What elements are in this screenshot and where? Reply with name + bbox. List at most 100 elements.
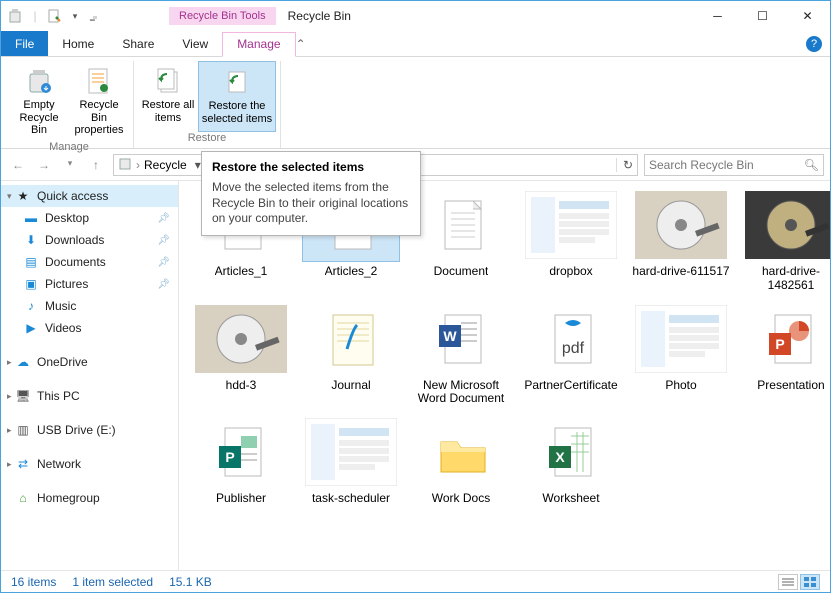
file-name: dropbox xyxy=(549,265,592,279)
file-item[interactable]: hdd-3 xyxy=(189,303,293,407)
file-item[interactable]: Work Docs xyxy=(409,416,513,506)
this-pc-icon: 🖥︎ xyxy=(15,388,31,404)
tab-home[interactable]: Home xyxy=(48,31,108,56)
file-name: hard-drive-1482561 xyxy=(739,265,830,293)
file-thumbnail xyxy=(413,189,509,261)
nav-forward-button[interactable]: → xyxy=(33,158,55,172)
recycle-bin-properties-button[interactable]: Recycle Bin properties xyxy=(69,61,129,141)
tooltip-title: Restore the selected items xyxy=(212,160,410,174)
recycle-bin-properties-label: Recycle Bin properties xyxy=(71,99,127,137)
file-thumbnail xyxy=(633,189,729,261)
file-thumbnail: X xyxy=(523,416,619,488)
file-item[interactable]: W New Microsoft Word Document xyxy=(409,303,513,407)
file-name: New Microsoft Word Document xyxy=(409,379,513,407)
ribbon: Empty Recycle Bin Recycle Bin properties… xyxy=(1,57,830,149)
tab-manage[interactable]: Manage xyxy=(222,32,295,57)
qat-overflow-icon[interactable]: ͇₌ xyxy=(87,8,103,24)
svg-text:X: X xyxy=(555,449,565,465)
downloads-icon: ⬇ xyxy=(23,232,39,248)
ribbon-group-manage: Empty Recycle Bin Recycle Bin properties… xyxy=(5,61,134,148)
sidebar-pictures[interactable]: ▣Pictures📌︎ xyxy=(1,273,178,295)
file-item[interactable]: PPublisher xyxy=(189,416,293,506)
music-icon: ♪ xyxy=(23,298,39,314)
nav-history-dropdown[interactable]: ▾ xyxy=(59,158,81,172)
pin-icon: 📌︎ xyxy=(157,257,170,268)
restore-selected-label: Restore the selected items xyxy=(201,100,273,125)
file-item[interactable]: pdfPartnerCertificate xyxy=(519,303,623,407)
recycle-bin-icon[interactable] xyxy=(7,8,23,24)
sidebar-this-pc[interactable]: ▸🖥︎This PC xyxy=(1,385,178,407)
tab-view[interactable]: View xyxy=(168,31,222,56)
file-item[interactable]: X Worksheet xyxy=(519,416,623,506)
qat-properties-icon[interactable] xyxy=(47,8,63,24)
search-icon[interactable]: 🔍︎ xyxy=(804,158,819,172)
svg-text:P: P xyxy=(775,336,784,352)
file-thumbnail xyxy=(303,303,399,375)
file-thumbnail xyxy=(633,303,729,375)
breadcrumb[interactable]: Recycle xyxy=(144,158,187,172)
tab-file[interactable]: File xyxy=(1,31,48,56)
view-large-icons-button[interactable] xyxy=(800,574,820,590)
sidebar-usb-drive[interactable]: ▸▥USB Drive (E:) xyxy=(1,419,178,441)
file-name: Worksheet xyxy=(542,492,599,506)
sidebar-desktop[interactable]: ▬Desktop📌︎ xyxy=(1,207,178,229)
help-icon[interactable]: ? xyxy=(806,36,822,52)
restore-selected-button[interactable]: Restore the selected items xyxy=(198,61,276,132)
sidebar-music[interactable]: ♪Music xyxy=(1,295,178,317)
sidebar-network[interactable]: ▸⇄Network xyxy=(1,453,178,475)
file-name: PartnerCertificate xyxy=(524,379,617,393)
documents-icon: ▤ xyxy=(23,254,39,270)
file-list[interactable]: WArticles_1WArticles_2Documentdropboxhar… xyxy=(179,181,830,570)
star-icon: ★ xyxy=(15,188,31,204)
group-label-manage: Manage xyxy=(49,141,89,155)
minimize-button[interactable]: ─ xyxy=(695,2,740,30)
empty-recycle-bin-button[interactable]: Empty Recycle Bin xyxy=(9,61,69,141)
pin-icon: 📌︎ xyxy=(157,279,170,290)
file-item[interactable]: task-scheduler xyxy=(299,416,403,506)
tooltip: Restore the selected items Move the sele… xyxy=(201,151,421,236)
file-item[interactable]: hard-drive-1482561 xyxy=(739,189,830,293)
ribbon-collapse-icon[interactable]: ⌃ xyxy=(296,37,306,51)
quick-access-toolbar: | ▾ ͇₌ xyxy=(1,8,109,24)
tab-share[interactable]: Share xyxy=(108,31,168,56)
qat-dropdown-icon[interactable]: ▾ xyxy=(67,8,83,24)
tooltip-body: Move the selected items from the Recycle… xyxy=(212,180,410,227)
file-name: Photo xyxy=(665,379,696,393)
nav-up-button[interactable]: ↑ xyxy=(85,158,107,172)
file-name: task-scheduler xyxy=(312,492,390,506)
file-item[interactable]: PPresentation xyxy=(739,303,830,407)
file-item[interactable]: hard-drive-611517 xyxy=(629,189,733,293)
maximize-button[interactable]: ☐ xyxy=(740,2,785,30)
sidebar-homegroup[interactable]: ⌂Homegroup xyxy=(1,487,178,509)
file-item[interactable]: dropbox xyxy=(519,189,623,293)
file-thumbnail xyxy=(413,416,509,488)
file-thumbnail xyxy=(523,189,619,261)
sidebar-videos[interactable]: ▶Videos xyxy=(1,317,178,339)
search-box[interactable]: Search Recycle Bin 🔍︎ xyxy=(644,154,824,176)
file-item[interactable]: Photo xyxy=(629,303,733,407)
file-name: Publisher xyxy=(216,492,266,506)
file-name: Journal xyxy=(331,379,370,393)
file-name: Articles_1 xyxy=(215,265,268,279)
close-button[interactable]: ✕ xyxy=(785,2,830,30)
pin-icon: 📌︎ xyxy=(157,235,170,246)
sidebar-downloads[interactable]: ⬇Downloads📌︎ xyxy=(1,229,178,251)
nav-buttons: ← → ▾ ↑ xyxy=(7,158,107,172)
sidebar-quick-access[interactable]: ▾★Quick access xyxy=(1,185,178,207)
file-thumbnail xyxy=(303,416,399,488)
file-item[interactable]: Document xyxy=(409,189,513,293)
refresh-icon[interactable]: ↻ xyxy=(616,158,633,172)
trash-icon xyxy=(23,65,55,97)
view-details-button[interactable] xyxy=(778,574,798,590)
sidebar-documents[interactable]: ▤Documents📌︎ xyxy=(1,251,178,273)
file-thumbnail: W xyxy=(413,303,509,375)
file-name: Document xyxy=(434,265,489,279)
restore-all-button[interactable]: Restore all items xyxy=(138,61,198,132)
file-thumbnail xyxy=(743,189,830,261)
file-item[interactable]: Journal xyxy=(299,303,403,407)
sidebar-onedrive[interactable]: ▸☁OneDrive xyxy=(1,351,178,373)
svg-text:W: W xyxy=(443,328,457,344)
network-icon: ⇄ xyxy=(15,456,31,472)
search-placeholder: Search Recycle Bin xyxy=(649,158,754,172)
nav-back-button[interactable]: ← xyxy=(7,158,29,172)
